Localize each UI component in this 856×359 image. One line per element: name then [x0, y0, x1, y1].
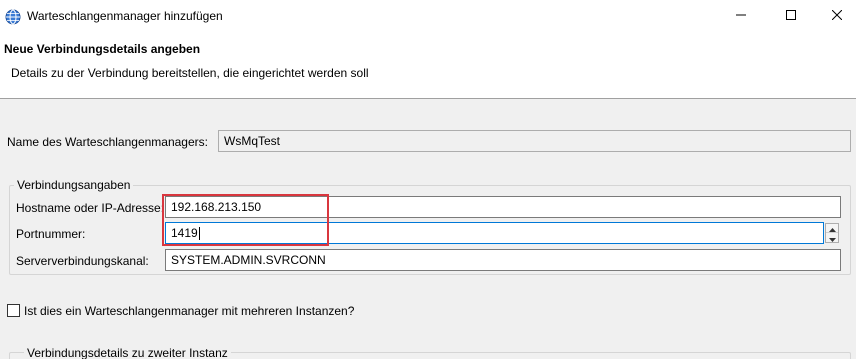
qmgr-name-field: WsMqTest: [218, 130, 851, 152]
channel-input[interactable]: SYSTEM.ADMIN.SVRCONN: [165, 249, 841, 271]
multi-instance-checkbox[interactable]: [7, 304, 20, 317]
minimize-button[interactable]: [718, 0, 764, 32]
maximize-icon: [786, 9, 796, 23]
page-description: Details zu der Verbindung bereitstellen,…: [11, 66, 369, 80]
port-spinner[interactable]: [825, 223, 839, 243]
connection-group-legend: Verbindungsangaben: [14, 178, 134, 192]
window-title: Warteschlangenmanager hinzufügen: [27, 9, 223, 23]
channel-value: SYSTEM.ADMIN.SVRCONN: [171, 253, 326, 267]
close-button[interactable]: [814, 0, 856, 32]
title-bar: Warteschlangenmanager hinzufügen: [0, 0, 856, 32]
port-label: Portnummer:: [16, 227, 86, 241]
channel-label: Serververbindungskanal:: [16, 254, 149, 268]
minimize-icon: [736, 9, 746, 23]
close-icon: [831, 9, 843, 23]
qmgr-name-label: Name des Warteschlangenmanagers:: [7, 135, 208, 149]
spin-down-button[interactable]: [826, 233, 838, 242]
multi-instance-label[interactable]: Ist dies ein Warteschlangenmanager mit m…: [24, 304, 354, 318]
wizard-banner: Neue Verbindungsdetails angeben Details …: [0, 32, 856, 99]
second-instance-group-legend: Verbindungsdetails zu zweiter Instanz: [24, 346, 231, 359]
globe-icon: [5, 9, 21, 25]
qmgr-name-value: WsMqTest: [224, 134, 281, 148]
caret-down-icon: [828, 231, 836, 245]
hostname-label: Hostname oder IP-Adresse:: [16, 201, 165, 215]
page-title: Neue Verbindungsdetails angeben: [4, 42, 201, 56]
maximize-button[interactable]: [768, 0, 814, 32]
highlight-annotation: [162, 194, 329, 246]
